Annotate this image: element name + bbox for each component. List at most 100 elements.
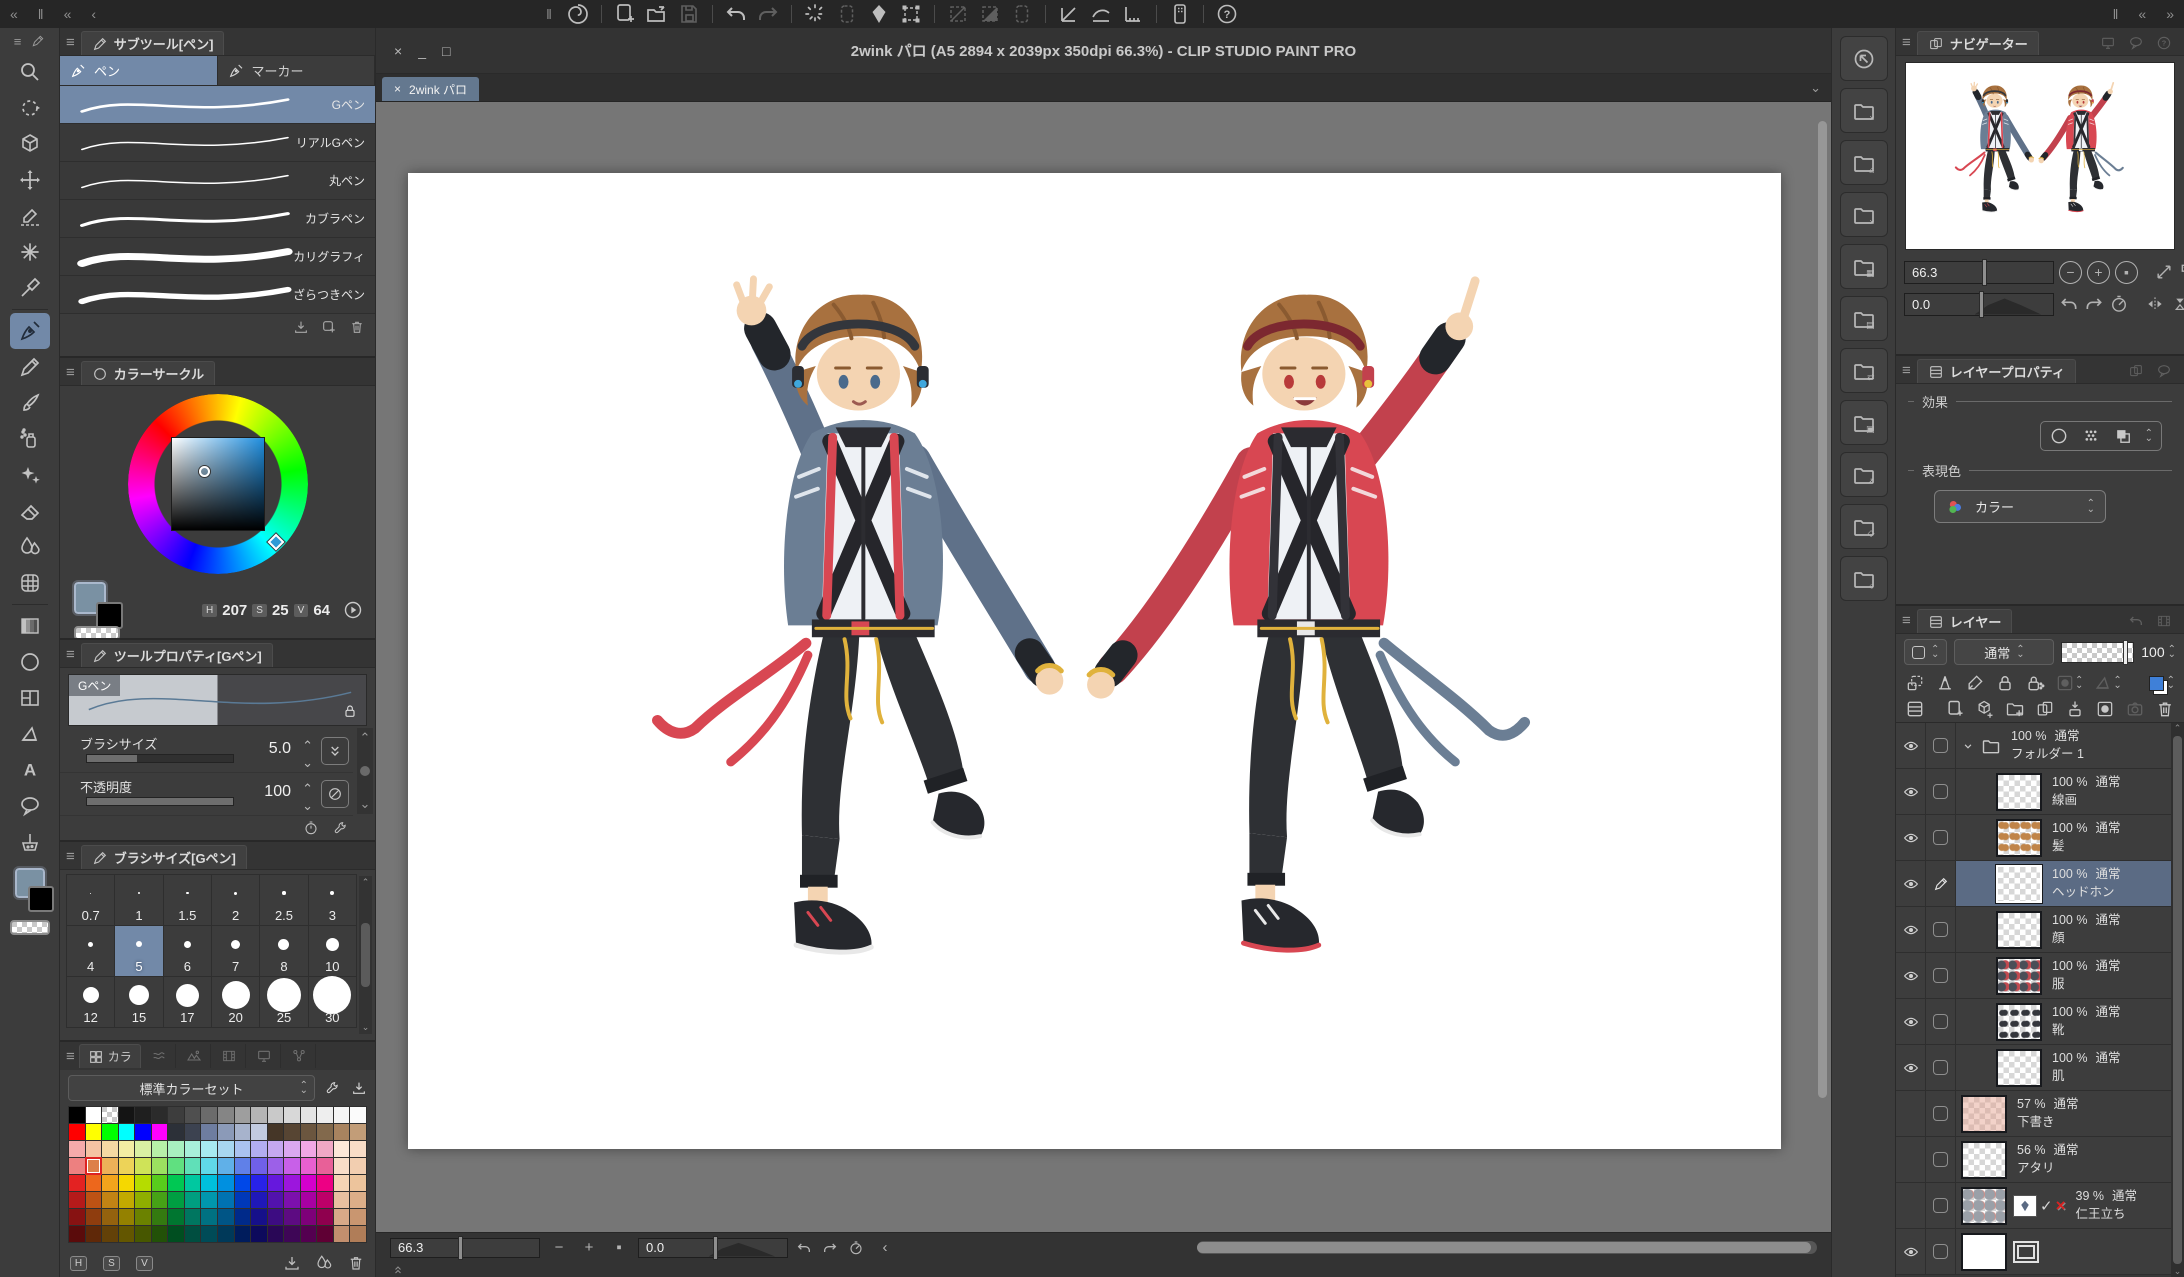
layer-row[interactable]: ✓ × 56 % 通常 アタリ [1896,1137,2184,1183]
subtool-item[interactable]: Gペン [60,86,375,124]
new-vector-layer-button[interactable] [1975,699,1995,719]
navigator-rotate-slider[interactable]: 0.0 [1904,293,2054,316]
color-swatch[interactable] [86,1158,102,1174]
layer-list-view-button[interactable] [1905,699,1925,719]
color-swatch[interactable] [69,1209,85,1225]
layer-select-cell[interactable] [1926,861,1956,906]
layer-select-cell[interactable] [1926,907,1956,952]
color-swatch[interactable] [102,1209,118,1225]
color-swatch[interactable] [152,1124,168,1140]
layer-color-effect-button[interactable] [2113,426,2133,446]
add-color-icon[interactable] [315,1254,333,1272]
color-swatch[interactable] [218,1124,234,1140]
snap-special-ruler-button[interactable] [1085,1,1117,27]
layer-row[interactable]: ✓ × 39 % 通常 仁王立ち [1896,1183,2184,1229]
color-swatch[interactable] [185,1192,201,1208]
subtool-item[interactable]: カブラペン [60,200,375,238]
enable-mask-button[interactable]: ⌃⌄ [2055,673,2083,693]
color-swatch[interactable] [268,1107,284,1123]
layer-checkbox[interactable] [1933,1106,1948,1121]
color-swatch[interactable] [201,1158,217,1174]
zoom-in-button[interactable]: + [578,1239,600,1256]
layer-select-cell[interactable] [1926,723,1956,768]
color-swatch[interactable] [350,1107,366,1123]
tab-color-comparison[interactable] [283,1044,316,1068]
color-swatch[interactable] [251,1141,267,1157]
new-folder-button[interactable] [2005,699,2025,719]
color-swatch[interactable] [284,1107,300,1123]
color-swatch[interactable] [284,1192,300,1208]
layer-thumbnail[interactable] [1961,1187,2007,1225]
canvas-viewport[interactable] [376,102,1831,1232]
detail-settings-icon[interactable] [333,820,349,836]
subview-tab-icon[interactable] [2100,35,2116,51]
layer-select-cell[interactable] [1926,1183,1956,1228]
brush-size-cell[interactable]: 2 [212,875,259,925]
right-dock-handle[interactable]: ‖ [2103,0,2129,28]
layer-checkbox[interactable] [1933,1014,1948,1029]
material-brush-folder-button[interactable]: × [1840,88,1888,133]
layer-visibility-toggle[interactable] [1896,1229,1926,1274]
nav-zoom-out-button[interactable]: − [2059,261,2082,284]
color-swatch[interactable] [235,1209,251,1225]
opacity-slider[interactable] [86,797,234,806]
color-swatch[interactable] [102,1226,118,1242]
color-swatch[interactable] [218,1107,234,1123]
delete-subtool-icon[interactable] [349,319,365,335]
nav-rotate-right-button[interactable] [2084,294,2104,314]
layer-visibility-toggle[interactable] [1896,723,1926,768]
color-swatch[interactable] [135,1141,151,1157]
layer-row[interactable]: ✓ × 100 % 通常 靴 [1896,999,2184,1045]
color-swatch[interactable] [350,1175,366,1191]
color-swatch[interactable] [168,1226,184,1242]
layer-visibility-toggle[interactable] [1896,953,1926,998]
color-swatch[interactable] [86,1141,102,1157]
color-swatch[interactable] [301,1192,317,1208]
color-swatch[interactable] [218,1192,234,1208]
color-swatch[interactable] [334,1192,350,1208]
color-swatch[interactable] [168,1192,184,1208]
color-swatch[interactable] [334,1226,350,1242]
airbrush-tool[interactable] [10,421,50,457]
brush-size-cell[interactable]: 30 [309,977,356,1027]
brush-size-cell[interactable]: 10 [309,926,356,976]
rotate-left-button[interactable] [796,1240,812,1256]
item-bank-tab-icon[interactable] [2128,35,2144,51]
nav-flip-vertical-button[interactable] [2170,294,2184,314]
subtool-item[interactable]: ざらつきペン [60,276,375,314]
color-swatch[interactable] [284,1209,300,1225]
clear-selection-button[interactable] [942,1,974,27]
layer-select-cell[interactable] [1926,953,1956,998]
color-swatch[interactable] [119,1141,135,1157]
layer-property-panel-tab[interactable]: レイヤープロパティ [1917,359,2076,383]
saturation-value-square[interactable] [171,437,265,531]
reselect-button[interactable] [831,1,863,27]
opacity-dynamics-button[interactable] [321,780,349,808]
color-swatch[interactable] [119,1192,135,1208]
brush-size-cell[interactable]: 12 [67,977,114,1027]
color-swatch[interactable] [152,1175,168,1191]
collapse-button[interactable]: « [54,0,82,28]
import-color-set-icon[interactable] [351,1080,367,1096]
layer-checkbox[interactable] [1933,1244,1948,1259]
material-image-folder-button[interactable]: ▣ [1840,400,1888,445]
color-swatch[interactable] [69,1124,85,1140]
vertical-scrollbar[interactable] [1818,110,1827,1220]
color-swatch[interactable] [201,1192,217,1208]
ruler-range-button[interactable]: ⌃⌄ [2093,673,2121,693]
figure-tool[interactable] [10,644,50,680]
color-swatch[interactable] [119,1158,135,1174]
divider-handle[interactable]: ‖ [536,0,562,28]
tab-approximate-color[interactable] [178,1044,211,1068]
brush-size-cell[interactable]: 7 [212,926,259,976]
sort-v-button[interactable]: V [136,1256,153,1271]
snap-ruler-button[interactable] [1053,1,1085,27]
save-button[interactable] [673,1,705,27]
layer-row[interactable]: ✓ × 100 % 通常 顔 [1896,907,2184,953]
rotate-right-button[interactable] [822,1240,838,1256]
opacity-stepper[interactable]: ⌃⌄ [302,781,313,814]
color-swatch[interactable] [201,1141,217,1157]
color-swatch[interactable] [152,1141,168,1157]
color-swatch[interactable] [317,1175,333,1191]
layer-list-scrollbar[interactable]: ⌃⌄ [2171,723,2184,1277]
